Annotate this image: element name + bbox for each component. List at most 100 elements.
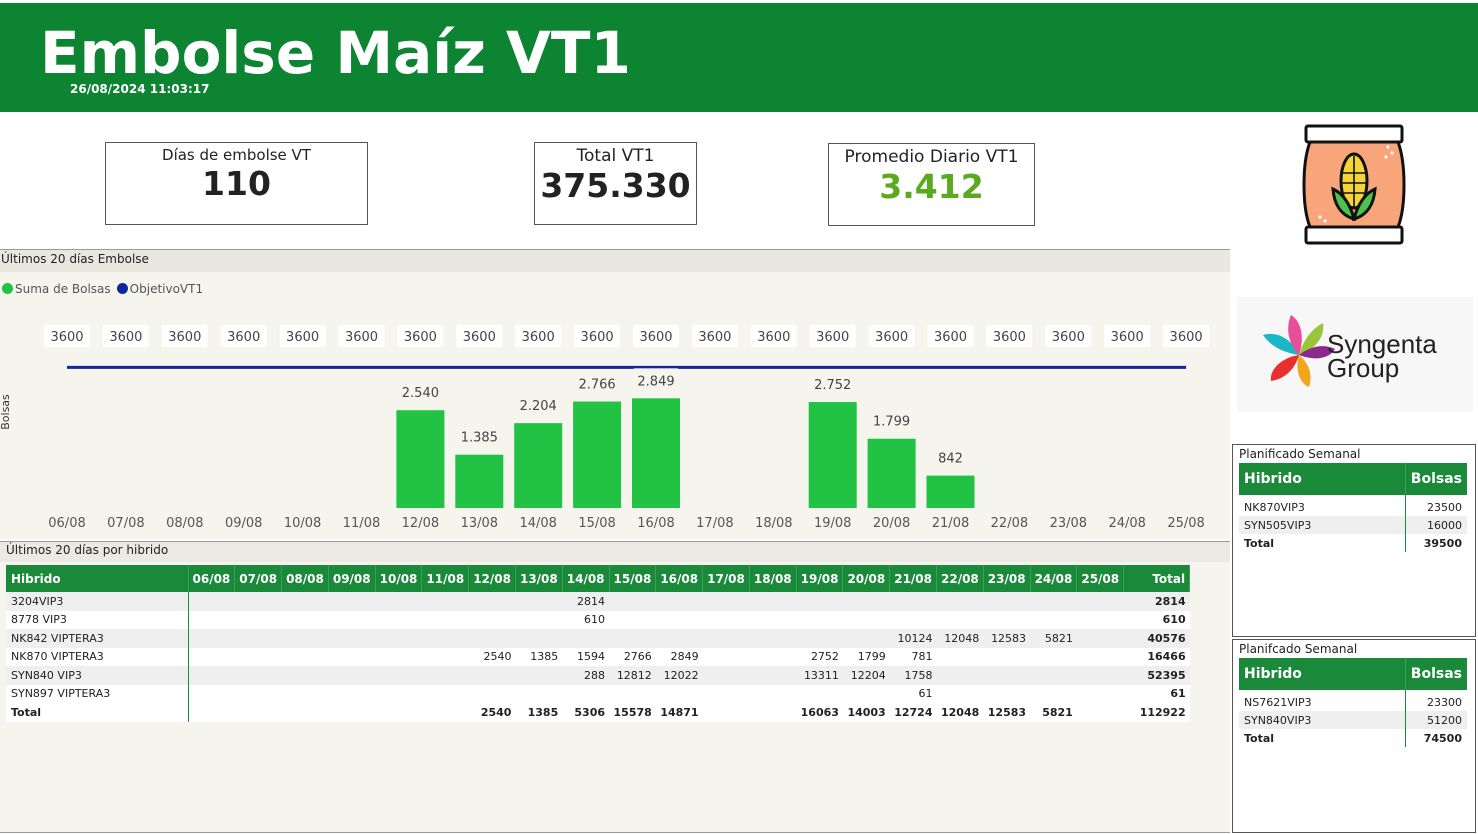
table-cell bbox=[281, 647, 329, 666]
table-cell bbox=[655, 684, 703, 703]
table-cell bbox=[1030, 666, 1077, 685]
kpi-card-promedio[interactable]: Promedio Diario VT1 3.412 bbox=[828, 143, 1035, 226]
table-row[interactable]: 8778 VIP3 610 610 bbox=[6, 610, 1190, 629]
table-cell bbox=[842, 610, 890, 629]
table-cell: SYN840VIP3 bbox=[1239, 711, 1406, 729]
table-cell bbox=[796, 610, 843, 629]
table-cell bbox=[234, 610, 282, 629]
table-cell: 1385 bbox=[515, 703, 563, 722]
column-header[interactable]: Hibrido bbox=[1239, 658, 1406, 690]
table-row[interactable]: NK870 VIPTERA3 2540 1385 1594 2766 2849 2752 17… bbox=[6, 647, 1190, 666]
column-header[interactable]: 11/08 bbox=[421, 565, 470, 592]
bar-19/08 bbox=[808, 402, 857, 508]
chart-panel: Últimos 20 días Embolse Suma de Bolsas O… bbox=[0, 249, 1230, 539]
table-cell: SYN840 VIP3 bbox=[6, 666, 189, 685]
table-row[interactable]: 3204VIP3 2814 2814 bbox=[6, 592, 1190, 611]
column-header[interactable]: 08/08 bbox=[281, 565, 329, 592]
column-header[interactable]: 21/08 bbox=[889, 565, 937, 592]
column-header[interactable]: 23/08 bbox=[983, 565, 1031, 592]
bar-data-label: 2.540 bbox=[402, 386, 439, 401]
table-cell bbox=[468, 684, 516, 703]
bar-15/08 bbox=[573, 401, 622, 508]
table-row[interactable]: NS7621VIP3 23300 bbox=[1239, 693, 1467, 711]
table-cell bbox=[749, 629, 797, 648]
header-bar: Embolse Maíz VT1 26/08/2024 11:03:17 bbox=[0, 3, 1478, 112]
table-cell: 61 bbox=[1123, 684, 1190, 703]
column-header[interactable]: 12/08 bbox=[468, 565, 516, 592]
table-cell bbox=[234, 629, 282, 648]
column-header[interactable]: 14/08 bbox=[562, 565, 610, 592]
table-row[interactable]: NK870VIP3 23500 bbox=[1239, 498, 1467, 516]
column-header[interactable]: 18/08 bbox=[749, 565, 797, 592]
table-cell bbox=[234, 684, 282, 703]
x-tick-label: 15/08 bbox=[578, 516, 615, 531]
objetivo-data-label: 3600 bbox=[816, 330, 849, 345]
kpi-value: 110 bbox=[202, 164, 271, 203]
column-header[interactable]: 07/08 bbox=[234, 565, 283, 592]
table-cell bbox=[188, 610, 235, 629]
table-cell: NK870VIP3 bbox=[1244, 500, 1305, 514]
table-row[interactable]: SYN897 VIPTERA3 61 61 bbox=[6, 684, 1190, 703]
table-cell bbox=[375, 592, 422, 611]
total-row: Total 74500 bbox=[1239, 729, 1467, 747]
table-cell bbox=[983, 647, 1031, 666]
column-header[interactable]: 15/08 bbox=[609, 565, 657, 592]
table-cell bbox=[281, 629, 329, 648]
column-header[interactable]: 16/08 bbox=[655, 565, 704, 592]
table-row[interactable]: SYN505VIP3 16000 bbox=[1239, 516, 1467, 534]
plan-semanal-card-1: Planificado Semanal Hibrido Bolsas NK870VI… bbox=[1232, 444, 1476, 637]
table-cell bbox=[421, 647, 469, 666]
table-cell bbox=[515, 684, 563, 703]
x-tick-label: 09/08 bbox=[225, 516, 262, 531]
table-cell: 13311 bbox=[796, 666, 843, 685]
column-header[interactable]: 24/08 bbox=[1030, 565, 1078, 592]
kpi-card-total[interactable]: Total VT1 375.330 bbox=[534, 142, 697, 225]
table-cell bbox=[749, 592, 797, 611]
x-tick-label: 14/08 bbox=[519, 516, 556, 531]
plan-table[interactable]: Hibrido Bolsas NS7621VIP3 23300 SYN840VIP3 51… bbox=[1239, 658, 1467, 747]
column-header[interactable]: 06/08 bbox=[188, 565, 236, 592]
table-cell: Total bbox=[1244, 731, 1275, 745]
table-row[interactable]: SYN840VIP3 51200 bbox=[1239, 711, 1467, 729]
table-cell: 39500 bbox=[1404, 534, 1467, 552]
table-cell bbox=[281, 684, 329, 703]
bar-13/08 bbox=[455, 454, 504, 508]
column-header[interactable]: Bolsas bbox=[1404, 658, 1467, 690]
table-cell: 2849 bbox=[655, 647, 703, 666]
table-cell bbox=[421, 592, 469, 611]
table-cell bbox=[281, 666, 329, 685]
bar-data-label: 1.799 bbox=[873, 415, 910, 430]
table-row[interactable]: SYN840 VIP3 288 12812 12022 13311 12204 1758 52… bbox=[6, 666, 1190, 685]
column-header[interactable]: 22/08 bbox=[936, 565, 984, 592]
column-header[interactable]: Total bbox=[1123, 565, 1191, 592]
table-cell bbox=[936, 592, 984, 611]
table-cell bbox=[375, 666, 422, 685]
column-header[interactable]: 20/08 bbox=[842, 565, 891, 592]
plan-table[interactable]: Hibrido Bolsas NK870VIP3 23500 SYN505VIP3 160… bbox=[1239, 463, 1467, 552]
syngenta-logo: Syngenta Group bbox=[1237, 297, 1473, 412]
column-header[interactable]: Bolsas bbox=[1404, 463, 1467, 495]
table-cell bbox=[655, 610, 703, 629]
table-row[interactable]: Total 2540 1385 5306 15578 14871 16063 14003 127… bbox=[6, 703, 1190, 722]
table-cell bbox=[421, 610, 469, 629]
column-header[interactable]: 10/08 bbox=[375, 565, 423, 592]
column-header[interactable]: 09/08 bbox=[328, 565, 376, 592]
column-header[interactable]: 25/08 bbox=[1076, 565, 1125, 592]
table-row[interactable]: NK842 VIPTERA3 10124 12048 12583 5821 40576 bbox=[6, 629, 1190, 648]
bar-21/08 bbox=[926, 475, 975, 508]
column-header[interactable]: 13/08 bbox=[515, 565, 563, 592]
column-header[interactable]: 17/08 bbox=[702, 565, 750, 592]
table-cell bbox=[1030, 684, 1077, 703]
column-header[interactable]: Hibrido bbox=[1239, 463, 1406, 495]
kpi-card-dias[interactable]: Días de embolse VT 110 bbox=[105, 142, 368, 225]
objetivo-data-label: 3600 bbox=[404, 330, 437, 345]
table-cell bbox=[889, 610, 937, 629]
bar-data-label: 1.385 bbox=[461, 431, 498, 446]
x-tick-label: 12/08 bbox=[402, 516, 439, 531]
table-cell: 61 bbox=[889, 684, 937, 703]
hybrid-matrix-table[interactable]: Hibrido 06/08 07/08 08/08 09/08 10/08 11/08 12/… bbox=[6, 565, 1191, 722]
column-header[interactable]: 19/08 bbox=[796, 565, 844, 592]
bar-16/08 bbox=[632, 398, 680, 508]
column-header[interactable]: Hibrido bbox=[6, 565, 189, 592]
table-cell: 12724 bbox=[889, 703, 937, 722]
